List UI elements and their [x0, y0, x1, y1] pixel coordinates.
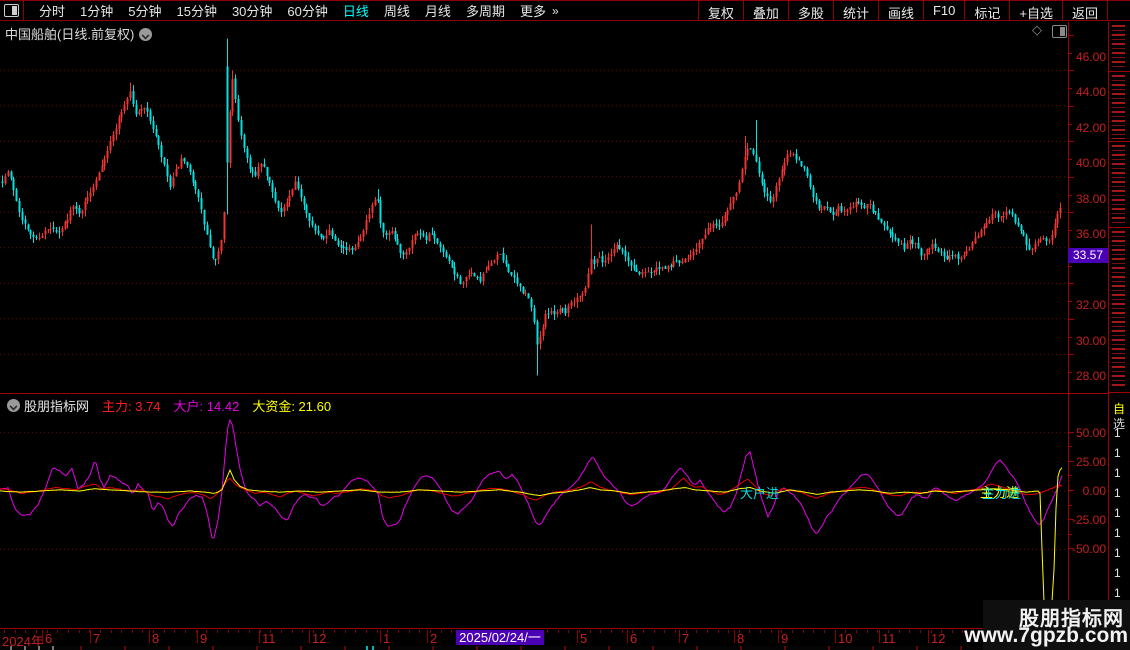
signal-label: 大户进 [740, 486, 780, 501]
month-label: 7 [682, 631, 690, 646]
period-tab-5分钟[interactable]: 5分钟 [128, 1, 161, 20]
period-tabs: 分时 1分钟 5分钟 15分钟 30分钟 60分钟 日线 周线 月线 多周期 更多 [24, 1, 546, 20]
trading-app-window: 分时 1分钟 5分钟 15分钟 30分钟 60分钟 日线 周线 月线 多周期 更多 » 复权 叠加 多股… [0, 0, 1130, 650]
divider [1109, 71, 1130, 72]
indicator-axis-label: -25.00 [1071, 513, 1106, 528]
period-tab-分时[interactable]: 分时 [39, 1, 65, 20]
divider [1109, 227, 1130, 228]
month-label: 2 [430, 631, 438, 646]
sidebar-rank-number: 1 [1114, 526, 1121, 540]
indicator-header: 股朋指标网 主力: 3.74 大户: 14.42 大资金: 21.60 [2, 396, 331, 415]
panel-toggle-button[interactable] [0, 1, 24, 20]
indicator-chart[interactable] [0, 394, 1068, 628]
sidebar-tab-icon [1112, 25, 1125, 69]
sidebar-rank-number: 1 [1114, 546, 1121, 560]
month-label: 5 [580, 631, 588, 646]
toolbar-button-叠加[interactable]: 叠加 [742, 1, 788, 21]
indicator-axis-label: -50.00 [1071, 542, 1106, 557]
toolbar-button-多股[interactable]: 多股 [787, 1, 833, 21]
indicator-field: 主力: 3.74 [102, 398, 161, 414]
sidebar-rank-number: 1 [1114, 466, 1121, 480]
statusbar-sliver [0, 646, 1130, 650]
month-label: 9 [200, 631, 208, 646]
month-label: 1 [383, 631, 391, 646]
month-label: 11 [882, 631, 896, 646]
price-axis-label: 32.00 [1075, 298, 1106, 313]
sidebar-tab-icon [1112, 75, 1125, 139]
half-panel-icon [4, 4, 19, 17]
date-axis[interactable]: 2024年 2025/02/24/一 6 7 8 9 11 12 1 2 5 6 7 8 9 10 11 12 [0, 628, 1108, 649]
sidebar-rank-number: 1 [1114, 426, 1121, 440]
diamond-icon[interactable]: ◇ [1032, 22, 1042, 38]
current-price-badge: 33.57 [1068, 248, 1108, 263]
indicator-field: 大户: 14.42 [173, 398, 240, 414]
month-label: 9 [781, 631, 789, 646]
divider [1109, 141, 1130, 142]
candlestick-chart[interactable] [0, 22, 1068, 393]
period-tab-60分钟[interactable]: 60分钟 [287, 1, 327, 20]
toolbar-button-F10[interactable]: F10 [922, 1, 964, 21]
watermark: 股朋指标网 www.7gpzb.com [964, 600, 1130, 650]
chevron-down-icon[interactable] [7, 398, 20, 412]
indicator-axis-label: 0.00 [1082, 484, 1106, 498]
more-arrow-icon[interactable]: » [552, 4, 559, 18]
price-axis-label: 28.00 [1075, 369, 1106, 384]
indicator-values: 主力: 3.74 大户: 14.42 大资金: 21.60 [89, 396, 331, 415]
right-sidebar-strip[interactable]: 自 选 111111111 [1108, 22, 1130, 650]
indicator-axis: 50.00 25.00 0.00 -25.00 -50.00 [1068, 393, 1108, 628]
price-axis-label: 42.00 [1075, 120, 1106, 135]
month-label: 10 [838, 631, 853, 646]
toolbar-button-标记[interactable]: 标记 [964, 1, 1009, 21]
toolbar-button-复权[interactable]: 复权 [697, 1, 743, 21]
sidebar-rank-number: 1 [1114, 506, 1121, 520]
toolbar-button-+自选[interactable]: +自选 [1009, 1, 1062, 21]
month-label: 8 [737, 631, 745, 646]
chevron-down-icon[interactable] [139, 28, 153, 41]
sidebar-rank-number: 1 [1114, 586, 1121, 600]
price-axis: 46.00 44.00 42.00 40.00 38.00 36.00 32.00 30.00… [1068, 22, 1108, 393]
sidebar-tab-icon [1112, 231, 1125, 389]
month-label: 7 [93, 631, 101, 646]
divider [1109, 392, 1130, 393]
sidebar-rank-number: 1 [1114, 486, 1121, 500]
period-tab-更多[interactable]: 更多 [520, 1, 546, 20]
sidebar-tab-icon [1112, 145, 1125, 225]
toolbar-button-画线[interactable]: 画线 [877, 1, 923, 21]
price-axis-label: 38.00 [1075, 191, 1106, 206]
signal-label: 主力进 [982, 486, 1022, 501]
toolbar-button-返回[interactable]: 返回 [1061, 1, 1108, 21]
selected-date-badge: 2025/02/24/一 [456, 630, 544, 645]
period-tab-日线[interactable]: 日线 [343, 1, 369, 20]
price-axis-label: 36.00 [1075, 227, 1106, 242]
sidebar-rank-number: 1 [1114, 446, 1121, 460]
period-tab-周线[interactable]: 周线 [384, 1, 410, 20]
indicator-field: 大资金: 21.60 [252, 398, 332, 414]
right-toolbar: 复权 叠加 多股 统计 画线 F10 标记 +自选 返回 [697, 1, 1108, 21]
period-tab-1分钟[interactable]: 1分钟 [80, 1, 113, 20]
price-axis-label: 40.00 [1075, 156, 1106, 171]
period-tab-15分钟[interactable]: 15分钟 [176, 1, 216, 20]
month-label: 11 [262, 631, 276, 646]
indicator-name: 股朋指标网 [24, 398, 90, 414]
month-label: 8 [152, 631, 160, 646]
month-label: 12 [931, 631, 946, 646]
chart-title: 中国船舶(日线.前复权) [5, 24, 153, 43]
month-label: 6 [45, 631, 53, 646]
price-axis-label: 46.00 [1075, 49, 1106, 64]
toolbar-button-统计[interactable]: 统计 [832, 1, 878, 21]
month-label: 6 [630, 631, 638, 646]
month-label: 12 [312, 631, 327, 646]
price-axis-label: 44.00 [1075, 85, 1106, 100]
period-tab-30分钟[interactable]: 30分钟 [232, 1, 272, 20]
layout-split-icon[interactable] [1052, 25, 1067, 38]
price-axis-label: 30.00 [1075, 333, 1106, 348]
period-tab-多周期[interactable]: 多周期 [466, 1, 505, 20]
period-tab-月线[interactable]: 月线 [425, 1, 451, 20]
sidebar-rank-number: 1 [1114, 566, 1121, 580]
period-toolbar: 分时 1分钟 5分钟 15分钟 30分钟 60分钟 日线 周线 月线 多周期 更多 » 复权 叠加 多股… [0, 0, 1130, 21]
watermark-url: www.7gpzb.com [964, 624, 1128, 647]
